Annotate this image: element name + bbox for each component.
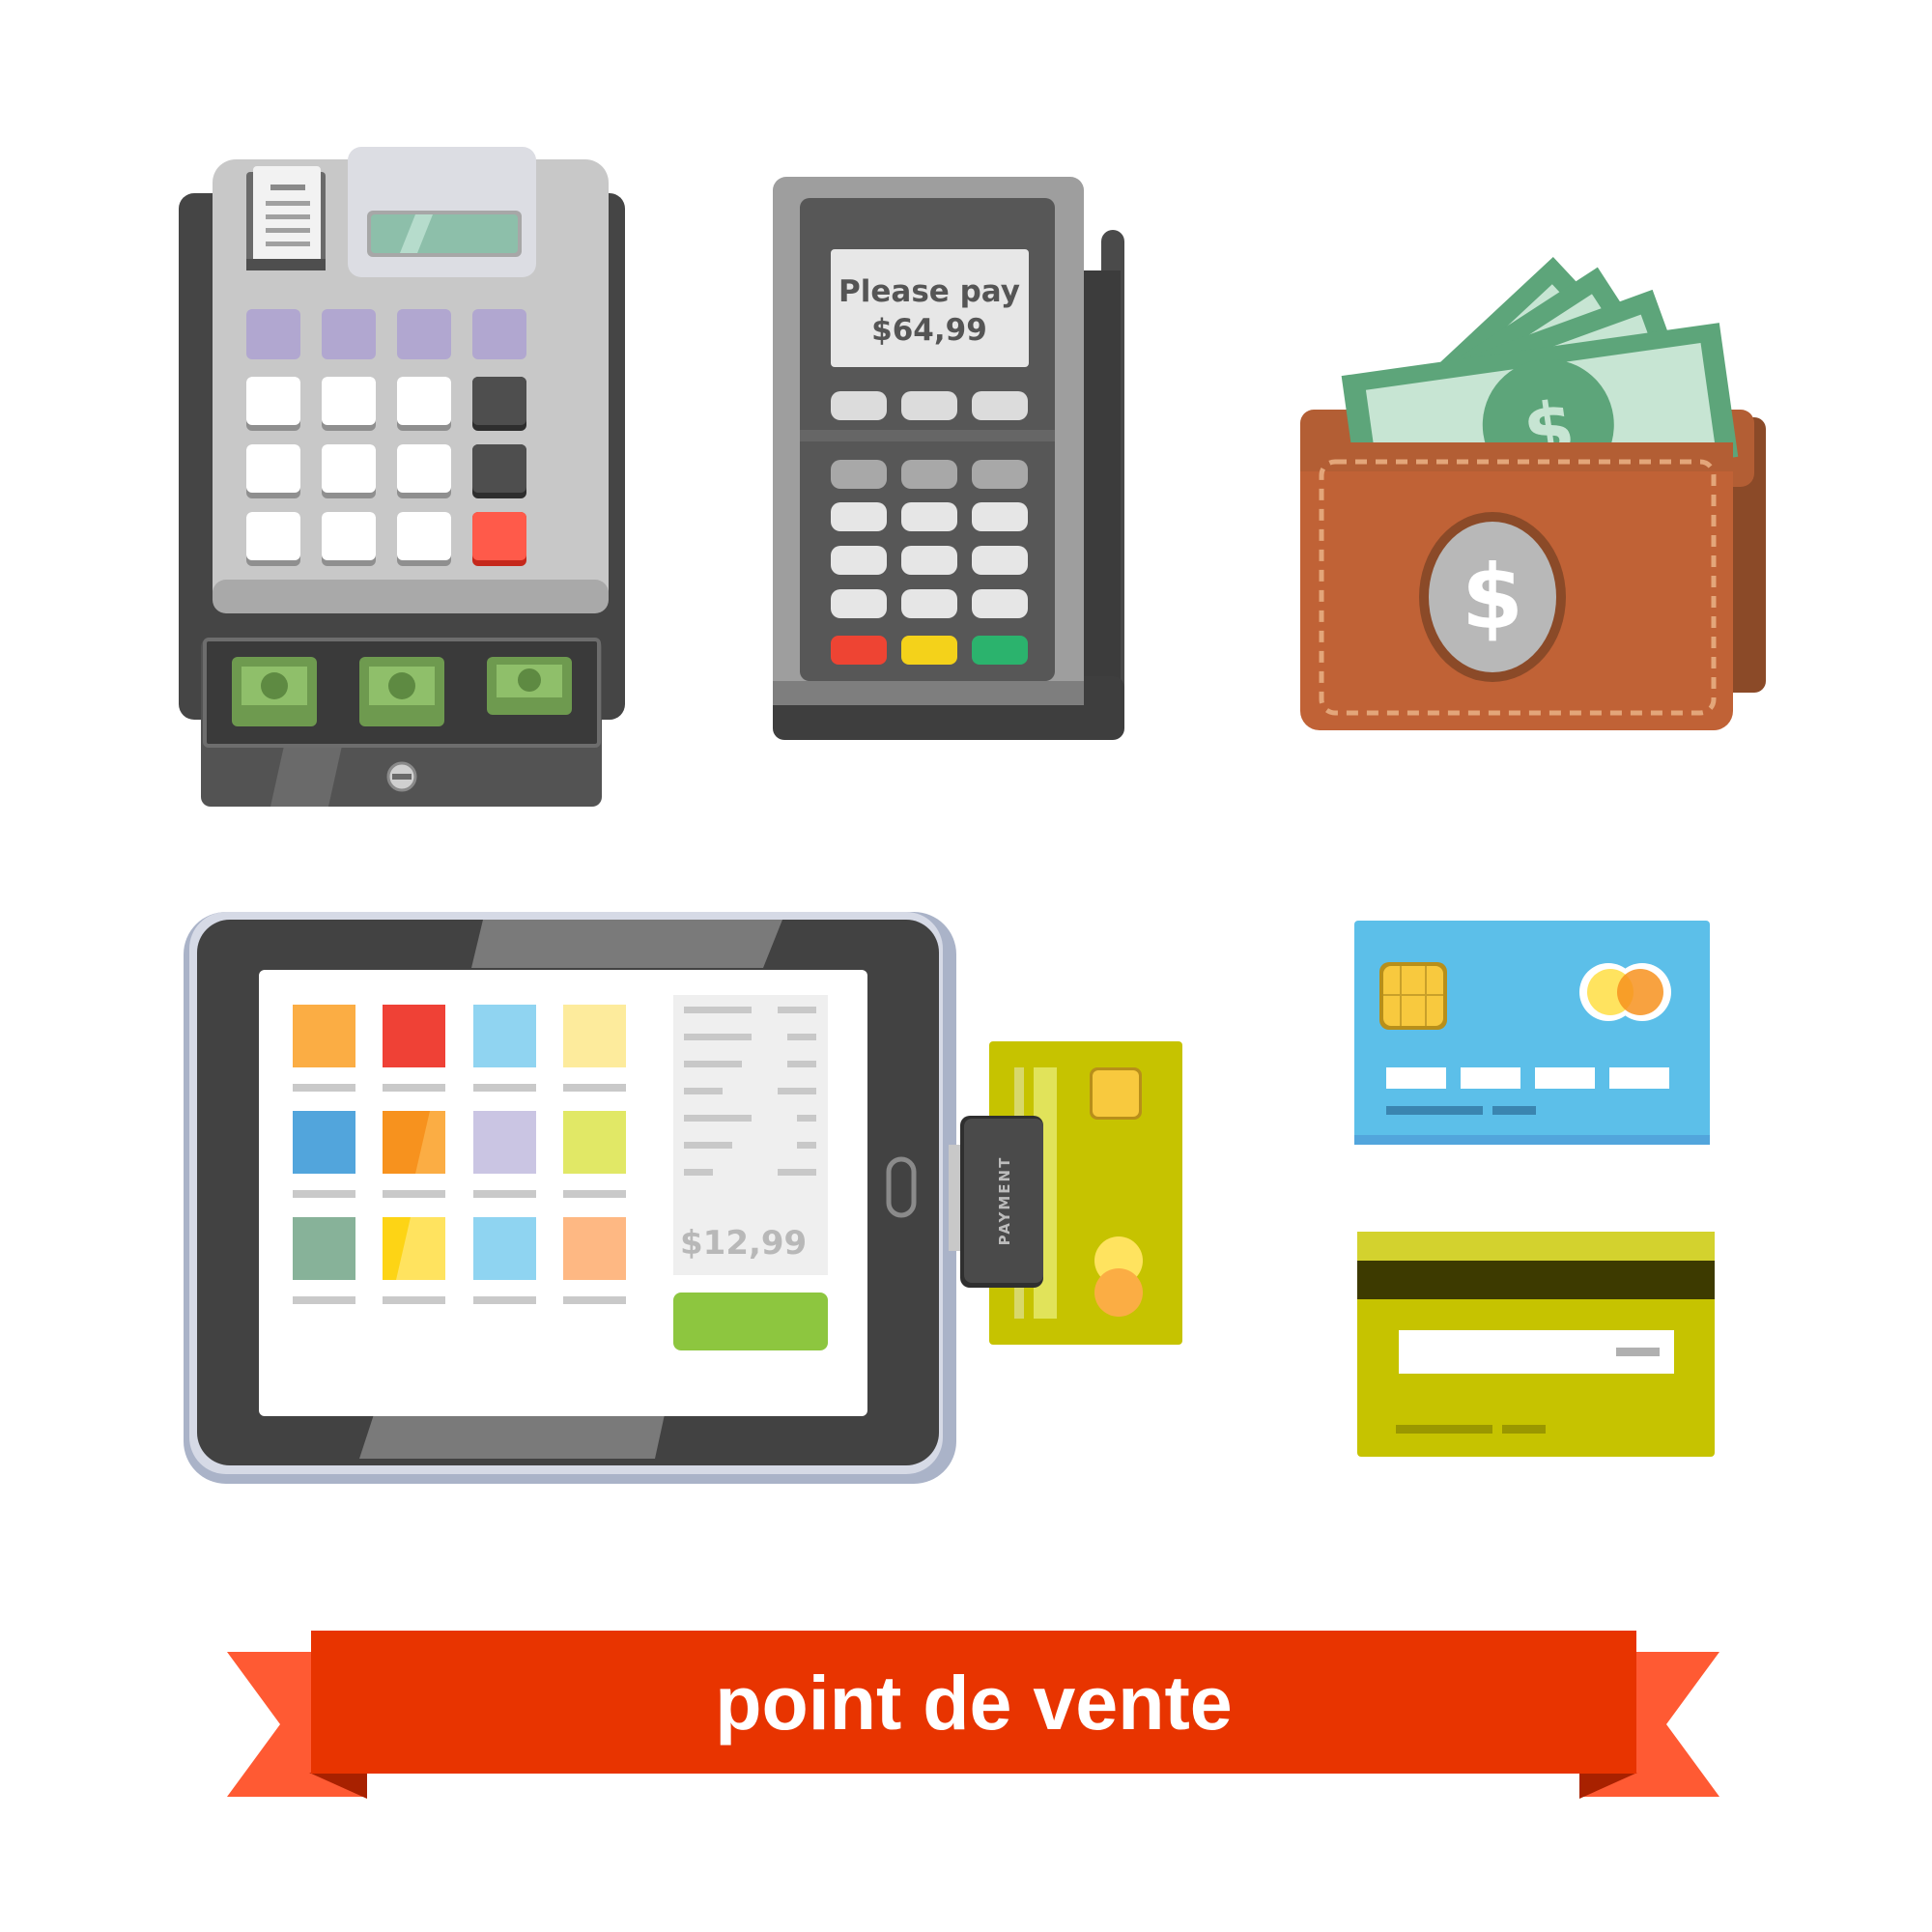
title-banner: point de vente xyxy=(227,1631,1719,1799)
product-tile xyxy=(383,1005,445,1067)
clear-key xyxy=(901,636,957,665)
product-tile xyxy=(563,1111,626,1174)
product-tile xyxy=(473,1217,536,1280)
credit-card-back-icon xyxy=(1357,1232,1715,1457)
magnetic-stripe xyxy=(1357,1261,1715,1299)
tablet-pos-icon: $12,99 PAYMENT xyxy=(184,912,1182,1484)
card-reader-label: PAYMENT xyxy=(996,1156,1013,1246)
cancel-key xyxy=(831,636,887,665)
product-tile xyxy=(473,1005,536,1067)
cash-stack-icon xyxy=(359,657,444,726)
point-of-sale-illustration: Please pay $64,99 $ $ $12,99 PAYMENT poi… xyxy=(179,147,1766,1799)
receipt-total: $12,99 xyxy=(680,1224,807,1263)
banner-title: point de vente xyxy=(715,1660,1233,1746)
product-tile xyxy=(473,1111,536,1174)
cash-register-icon xyxy=(179,147,625,807)
tablet-receipt: $12,99 xyxy=(673,995,828,1275)
card-reader-icon: PAYMENT xyxy=(960,1116,1043,1288)
terminal-screen-line1: Please pay xyxy=(838,274,1020,309)
pay-button xyxy=(673,1293,828,1350)
payment-terminal-icon: Please pay $64,99 xyxy=(773,177,1124,740)
credit-card-front-icon xyxy=(1354,921,1710,1145)
product-tile xyxy=(563,1217,626,1280)
product-tile xyxy=(563,1005,626,1067)
cash-stack-icon xyxy=(487,657,572,715)
cash-stack-icon xyxy=(232,657,317,726)
confirm-key xyxy=(972,636,1028,665)
product-tile xyxy=(293,1217,355,1280)
wallet-with-banknotes-icon: $ $ xyxy=(1300,257,1766,730)
product-tile xyxy=(293,1005,355,1067)
product-tile xyxy=(293,1111,355,1174)
register-display xyxy=(371,214,518,253)
terminal-screen-line2: $64,99 xyxy=(871,313,987,348)
svg-text:$: $ xyxy=(1462,546,1523,649)
